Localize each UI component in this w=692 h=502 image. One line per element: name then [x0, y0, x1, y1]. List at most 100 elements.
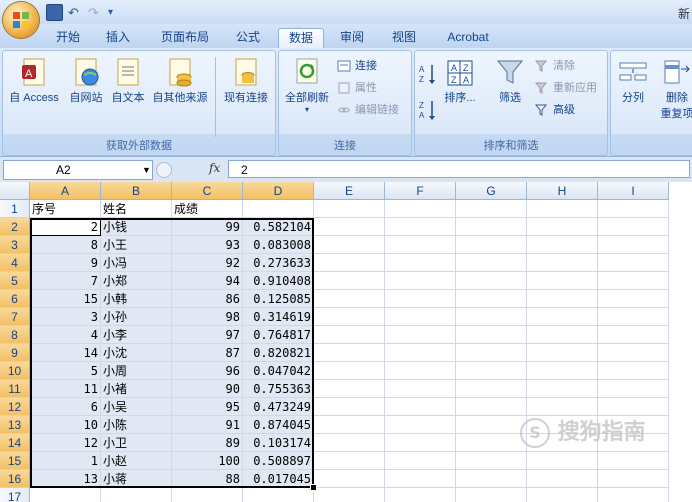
tab-page-layout[interactable]: 页面布局: [152, 28, 218, 47]
tab-view[interactable]: 视图: [382, 28, 426, 47]
connections-button[interactable]: 连接: [335, 57, 377, 75]
row-header[interactable]: 7: [0, 308, 30, 326]
cell-c4[interactable]: 92: [172, 254, 243, 272]
cell-h7[interactable]: [527, 308, 598, 326]
cell-g8[interactable]: [456, 326, 527, 344]
cell-e13[interactable]: [314, 416, 385, 434]
cell-e6[interactable]: [314, 290, 385, 308]
row-header[interactable]: 17: [0, 488, 30, 502]
cell-a14[interactable]: 12: [30, 434, 101, 452]
cell-a7[interactable]: 3: [30, 308, 101, 326]
column-header-d[interactable]: D: [243, 182, 314, 200]
cell-b5[interactable]: 小郑: [101, 272, 172, 290]
sort-descending-icon[interactable]: ZA: [419, 99, 437, 121]
redo-icon[interactable]: ↷: [88, 5, 103, 20]
cell-g7[interactable]: [456, 308, 527, 326]
cell-g14[interactable]: [456, 434, 527, 452]
cell-d12[interactable]: 0.473249: [243, 398, 314, 416]
column-header-f[interactable]: F: [385, 182, 456, 200]
fill-handle[interactable]: [310, 484, 317, 491]
cell-b13[interactable]: 小陈: [101, 416, 172, 434]
cell-a13[interactable]: 10: [30, 416, 101, 434]
column-header-g[interactable]: G: [456, 182, 527, 200]
cell-a9[interactable]: 14: [30, 344, 101, 362]
cell-d4[interactable]: 0.273633: [243, 254, 314, 272]
cell-c11[interactable]: 90: [172, 380, 243, 398]
cell-a1[interactable]: 序号: [30, 200, 101, 218]
cell-b4[interactable]: 小冯: [101, 254, 172, 272]
cell-d10[interactable]: 0.047042: [243, 362, 314, 380]
cell-c5[interactable]: 94: [172, 272, 243, 290]
cell-e7[interactable]: [314, 308, 385, 326]
advanced-filter-button[interactable]: 高级: [533, 101, 575, 119]
cell-f15[interactable]: [385, 452, 456, 470]
cell-i2[interactable]: [598, 218, 669, 236]
cell-i11[interactable]: [598, 380, 669, 398]
text-to-columns-button[interactable]: 分列: [613, 55, 653, 105]
cell-d8[interactable]: 0.764817: [243, 326, 314, 344]
remove-duplicates-button[interactable]: 删除 重复项: [655, 55, 692, 121]
row-header[interactable]: 5: [0, 272, 30, 290]
cell-a10[interactable]: 5: [30, 362, 101, 380]
cell-d16[interactable]: 0.017045: [243, 470, 314, 488]
cell-a3[interactable]: 8: [30, 236, 101, 254]
cell-f3[interactable]: [385, 236, 456, 254]
worksheet-grid[interactable]: ABCDEFGHI 1 2 3 4 5 6 7 8 9 10 11 12 13 14 15 16 17 序号 姓名…: [0, 182, 692, 502]
cell-c1[interactable]: 成绩: [172, 200, 243, 218]
cell-d3[interactable]: 0.083008: [243, 236, 314, 254]
cell-c15[interactable]: 100: [172, 452, 243, 470]
row-header[interactable]: 8: [0, 326, 30, 344]
cell-b8[interactable]: 小李: [101, 326, 172, 344]
row-header[interactable]: 6: [0, 290, 30, 308]
cell-a15[interactable]: 1: [30, 452, 101, 470]
cell-e14[interactable]: [314, 434, 385, 452]
cell-g4[interactable]: [456, 254, 527, 272]
cell-d6[interactable]: 0.125085: [243, 290, 314, 308]
from-access-button[interactable]: A 自 Access: [5, 55, 63, 105]
cell-b9[interactable]: 小沈: [101, 344, 172, 362]
cell-e17[interactable]: [314, 488, 385, 502]
cell-e12[interactable]: [314, 398, 385, 416]
cell-a5[interactable]: 7: [30, 272, 101, 290]
column-header-a[interactable]: A: [30, 182, 101, 200]
cell-c16[interactable]: 88: [172, 470, 243, 488]
row-header[interactable]: 12: [0, 398, 30, 416]
cell-c3[interactable]: 93: [172, 236, 243, 254]
cell-f16[interactable]: [385, 470, 456, 488]
cell-h16[interactable]: [527, 470, 598, 488]
cell-b11[interactable]: 小褚: [101, 380, 172, 398]
tab-data[interactable]: 数据: [278, 28, 324, 48]
cell-h17[interactable]: [527, 488, 598, 502]
cell-i9[interactable]: [598, 344, 669, 362]
cell-d13[interactable]: 0.874045: [243, 416, 314, 434]
cell-a2[interactable]: 2: [30, 218, 101, 236]
cell-h9[interactable]: [527, 344, 598, 362]
cell-h5[interactable]: [527, 272, 598, 290]
customize-qat-icon[interactable]: ▾: [108, 5, 123, 20]
cell-c9[interactable]: 87: [172, 344, 243, 362]
cell-b7[interactable]: 小孙: [101, 308, 172, 326]
tab-formulas[interactable]: 公式: [226, 28, 270, 47]
cell-e1[interactable]: [314, 200, 385, 218]
properties-button[interactable]: 属性: [335, 79, 377, 97]
cell-c8[interactable]: 97: [172, 326, 243, 344]
cell-f10[interactable]: [385, 362, 456, 380]
cell-d2[interactable]: 0.582104: [243, 218, 314, 236]
select-all-corner[interactable]: [0, 182, 30, 200]
cell-i5[interactable]: [598, 272, 669, 290]
column-header-c[interactable]: C: [172, 182, 243, 200]
row-header[interactable]: 10: [0, 362, 30, 380]
row-header[interactable]: 15: [0, 452, 30, 470]
cell-i1[interactable]: [598, 200, 669, 218]
edit-links-button[interactable]: 编辑链接: [335, 101, 399, 119]
cell-g2[interactable]: [456, 218, 527, 236]
cell-d9[interactable]: 0.820821: [243, 344, 314, 362]
row-header[interactable]: 16: [0, 470, 30, 488]
cell-f17[interactable]: [385, 488, 456, 502]
cell-c2[interactable]: 99: [172, 218, 243, 236]
cell-g12[interactable]: [456, 398, 527, 416]
cell-e15[interactable]: [314, 452, 385, 470]
cell-e9[interactable]: [314, 344, 385, 362]
column-header-b[interactable]: B: [101, 182, 172, 200]
cell-b2[interactable]: 小钱: [101, 218, 172, 236]
